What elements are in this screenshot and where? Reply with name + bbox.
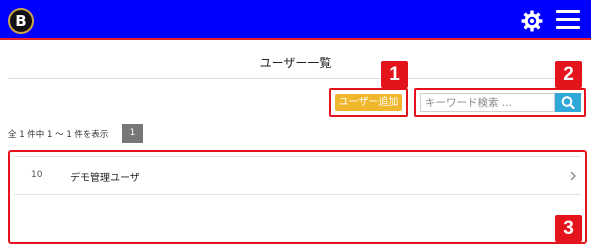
add-user-button[interactable]: ユーザー追加 xyxy=(335,94,402,111)
annotation-badge-1: 1 xyxy=(381,61,408,88)
search-highlight xyxy=(414,88,586,117)
app-logo[interactable]: B xyxy=(8,8,34,34)
search-button[interactable] xyxy=(555,93,581,112)
annotation-badge-2: 2 xyxy=(555,61,582,88)
gear-icon[interactable] xyxy=(520,9,544,33)
user-id: 10 xyxy=(31,170,43,180)
menu-line xyxy=(556,18,580,21)
menu-line xyxy=(556,10,580,13)
magnifier-icon xyxy=(561,96,575,110)
user-list-highlight: 10 デモ管理ユーザ xyxy=(8,150,587,244)
page-button-1[interactable]: 1 xyxy=(122,124,143,143)
annotation-badge-3: 3 xyxy=(555,215,582,242)
hamburger-menu-icon[interactable] xyxy=(556,10,580,30)
result-count-text: 全 1 件中 1 ～ 1 件を表示 xyxy=(8,130,109,140)
title-divider xyxy=(8,78,583,79)
search-input[interactable] xyxy=(420,93,555,112)
user-name: デモ管理ユーザ xyxy=(70,173,140,184)
top-nav-bar: B xyxy=(0,0,591,40)
logo-letter: B xyxy=(15,12,27,30)
page-title: ユーザー一覧 xyxy=(259,56,332,70)
menu-line xyxy=(556,26,580,29)
chevron-right-icon xyxy=(570,171,576,181)
add-user-highlight: ユーザー追加 xyxy=(329,88,408,117)
table-row[interactable]: 10 デモ管理ユーザ xyxy=(14,156,581,195)
